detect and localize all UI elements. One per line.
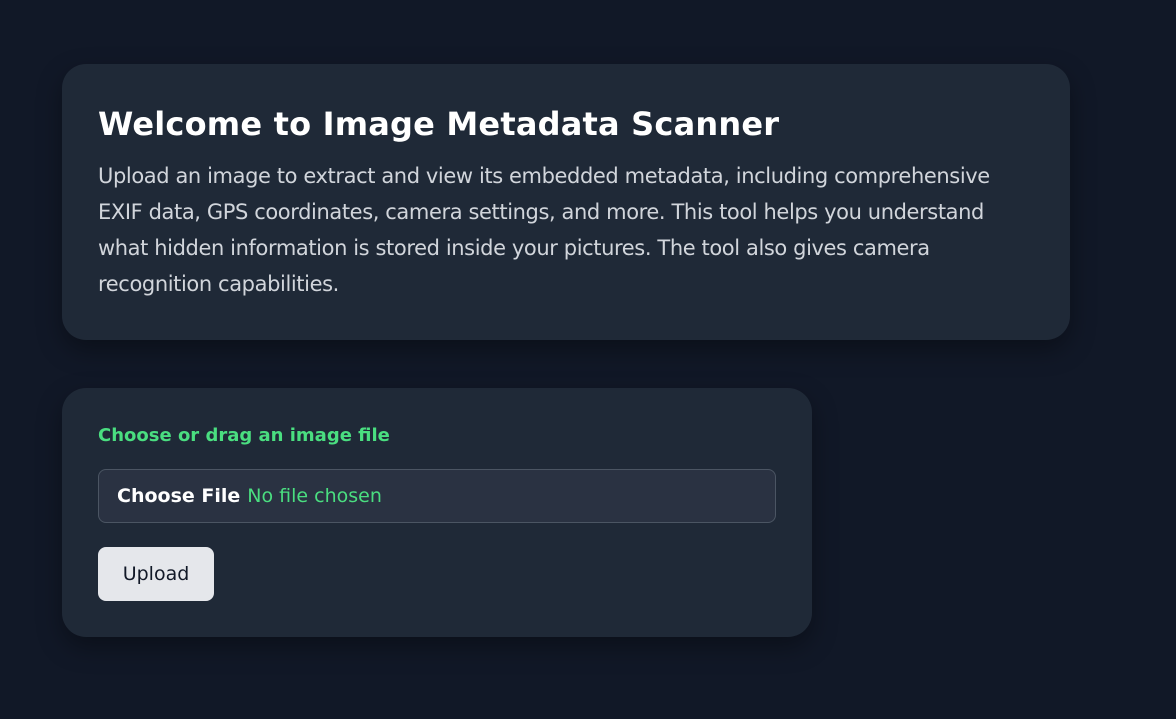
page-title: Welcome to Image Metadata Scanner: [98, 105, 780, 143]
file-input-label: Choose or drag an image file: [98, 425, 390, 446]
file-status-text: No file chosen: [247, 485, 382, 507]
intro-description: Upload an image to extract and view its …: [98, 164, 990, 296]
intro-card: Welcome to Image Metadata Scanner Upload…: [62, 64, 1070, 340]
choose-file-button[interactable]: Choose File: [117, 485, 240, 507]
upload-button[interactable]: Upload: [98, 547, 214, 601]
upload-card: Choose or drag an image file Choose File…: [62, 388, 812, 637]
file-input[interactable]: Choose File No file chosen: [98, 469, 776, 523]
